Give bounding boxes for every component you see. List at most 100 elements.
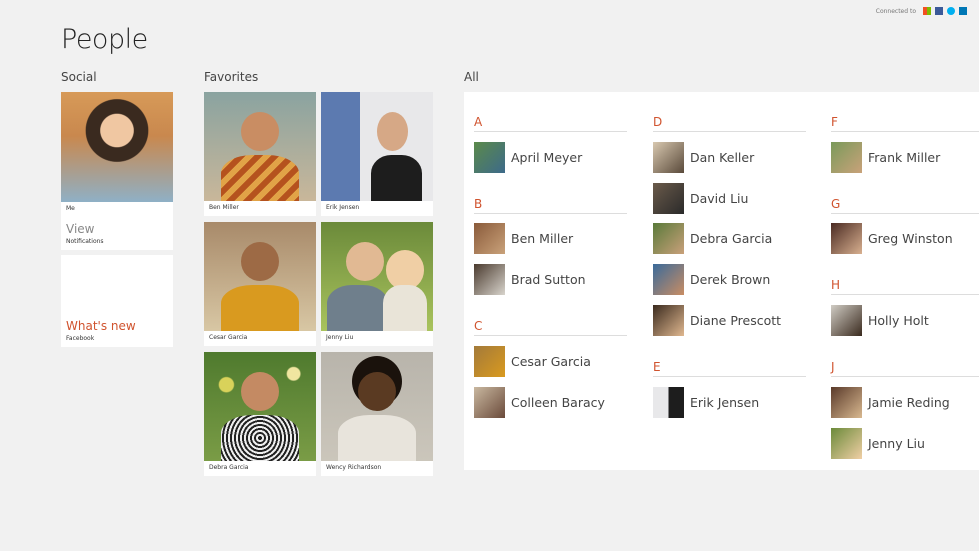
favorite-tile[interactable]: Debra Garcia xyxy=(204,352,316,476)
divider xyxy=(831,213,979,214)
facebook-label: Facebook xyxy=(66,335,95,342)
me-photo xyxy=(61,92,173,202)
contact-name: Greg Winston xyxy=(868,231,953,246)
favorite-name: Erik Jensen xyxy=(326,204,360,211)
all-heading: All xyxy=(464,70,479,84)
contact-name: Cesar Garcia xyxy=(511,354,591,369)
all-contacts-panel: A April Meyer B Ben Miller Brad Sutton C… xyxy=(464,92,979,470)
contact-item[interactable]: Jamie Reding xyxy=(831,387,950,418)
contact-item[interactable]: David Liu xyxy=(653,183,748,214)
notifications-label: Notifications xyxy=(66,238,104,245)
group-letter-j[interactable]: J xyxy=(831,360,835,374)
contact-name: Brad Sutton xyxy=(511,272,586,287)
contact-avatar xyxy=(653,183,684,214)
contact-item[interactable]: Colleen Baracy xyxy=(474,387,605,418)
facebook-icon[interactable] xyxy=(935,7,943,15)
favorite-photo xyxy=(204,92,316,201)
contact-avatar xyxy=(474,346,505,377)
contact-item[interactable]: Cesar Garcia xyxy=(474,346,591,377)
contact-name: David Liu xyxy=(690,191,749,206)
favorite-name: Debra Garcia xyxy=(209,464,249,471)
contact-item[interactable]: Debra Garcia xyxy=(653,223,772,254)
contact-avatar xyxy=(474,387,505,418)
favorite-photo xyxy=(321,352,433,461)
contact-item[interactable]: Erik Jensen xyxy=(653,387,759,418)
favorite-tile[interactable]: Jenny Liu xyxy=(321,222,433,346)
favorite-tile[interactable]: Cesar Garcia xyxy=(204,222,316,346)
contact-name: April Meyer xyxy=(511,150,583,165)
group-letter-e[interactable]: E xyxy=(653,360,661,374)
contact-name: Ben Miller xyxy=(511,231,574,246)
social-heading: Social xyxy=(61,70,97,84)
group-letter-c[interactable]: C xyxy=(474,319,482,333)
favorites-heading: Favorites xyxy=(204,70,259,84)
contact-avatar xyxy=(831,142,862,173)
divider xyxy=(831,376,979,377)
contact-item[interactable]: Jenny Liu xyxy=(831,428,925,459)
group-letter-d[interactable]: D xyxy=(653,115,662,129)
skype-icon[interactable] xyxy=(947,7,955,15)
contact-name: Jamie Reding xyxy=(868,395,950,410)
favorite-tile[interactable]: Ben Miller xyxy=(204,92,316,216)
contact-avatar xyxy=(474,223,505,254)
me-tile[interactable]: Me View Notifications xyxy=(61,92,173,250)
contact-avatar xyxy=(653,305,684,336)
view-label: View xyxy=(66,222,95,236)
divider xyxy=(831,294,979,295)
group-letter-h[interactable]: H xyxy=(831,278,840,292)
divider xyxy=(474,335,627,336)
contact-avatar xyxy=(831,305,862,336)
divider xyxy=(474,131,627,132)
contact-name: Diane Prescott xyxy=(690,313,782,328)
contact-name: Frank Miller xyxy=(868,150,941,165)
favorite-name: Cesar Garcia xyxy=(209,334,248,341)
group-letter-b[interactable]: B xyxy=(474,197,482,211)
microsoft-icon[interactable] xyxy=(923,7,931,15)
favorite-photo xyxy=(321,92,433,201)
favorite-photo xyxy=(321,222,433,331)
contact-item[interactable]: April Meyer xyxy=(474,142,582,173)
me-label: Me xyxy=(66,205,75,212)
whats-new-tile[interactable]: What's new Facebook xyxy=(61,255,173,347)
divider xyxy=(653,131,806,132)
connected-label: Connected to xyxy=(875,7,916,15)
contact-item[interactable]: Diane Prescott xyxy=(653,305,781,336)
contact-avatar xyxy=(831,428,862,459)
page-title: People xyxy=(61,24,148,55)
contact-item[interactable]: Greg Winston xyxy=(831,223,953,254)
contact-avatar xyxy=(653,142,684,173)
contact-avatar xyxy=(653,387,684,418)
group-letter-f[interactable]: F xyxy=(831,115,838,129)
contact-name: Colleen Baracy xyxy=(511,395,605,410)
contact-item[interactable]: Derek Brown xyxy=(653,264,770,295)
contact-name: Debra Garcia xyxy=(690,231,773,246)
favorite-tile[interactable]: Wency Richardson xyxy=(321,352,433,476)
contact-item[interactable]: Holly Holt xyxy=(831,305,929,336)
contact-name: Holly Holt xyxy=(868,313,929,328)
favorite-tile[interactable]: Erik Jensen xyxy=(321,92,433,216)
contact-avatar xyxy=(474,142,505,173)
contact-item[interactable]: Dan Keller xyxy=(653,142,754,173)
contact-item[interactable]: Frank Miller xyxy=(831,142,940,173)
contact-name: Erik Jensen xyxy=(690,395,760,410)
divider xyxy=(653,376,806,377)
contact-name: Derek Brown xyxy=(690,272,771,287)
connected-services: Connected to xyxy=(876,7,967,15)
divider xyxy=(474,213,627,214)
contact-item[interactable]: Ben Miller xyxy=(474,223,573,254)
favorite-photo xyxy=(204,222,316,331)
contact-name: Jenny Liu xyxy=(868,436,925,451)
group-letter-g[interactable]: G xyxy=(831,197,840,211)
group-letter-a[interactable]: A xyxy=(474,115,482,129)
divider xyxy=(831,131,979,132)
contact-avatar xyxy=(831,223,862,254)
contact-avatar xyxy=(653,264,684,295)
favorite-name: Wency Richardson xyxy=(326,464,382,471)
whats-new-label: What's new xyxy=(66,319,136,333)
linkedin-icon[interactable] xyxy=(959,7,967,15)
favorite-name: Ben Miller xyxy=(209,204,239,211)
contact-avatar xyxy=(653,223,684,254)
contact-avatar xyxy=(474,264,505,295)
contact-item[interactable]: Brad Sutton xyxy=(474,264,586,295)
favorite-name: Jenny Liu xyxy=(326,334,354,341)
